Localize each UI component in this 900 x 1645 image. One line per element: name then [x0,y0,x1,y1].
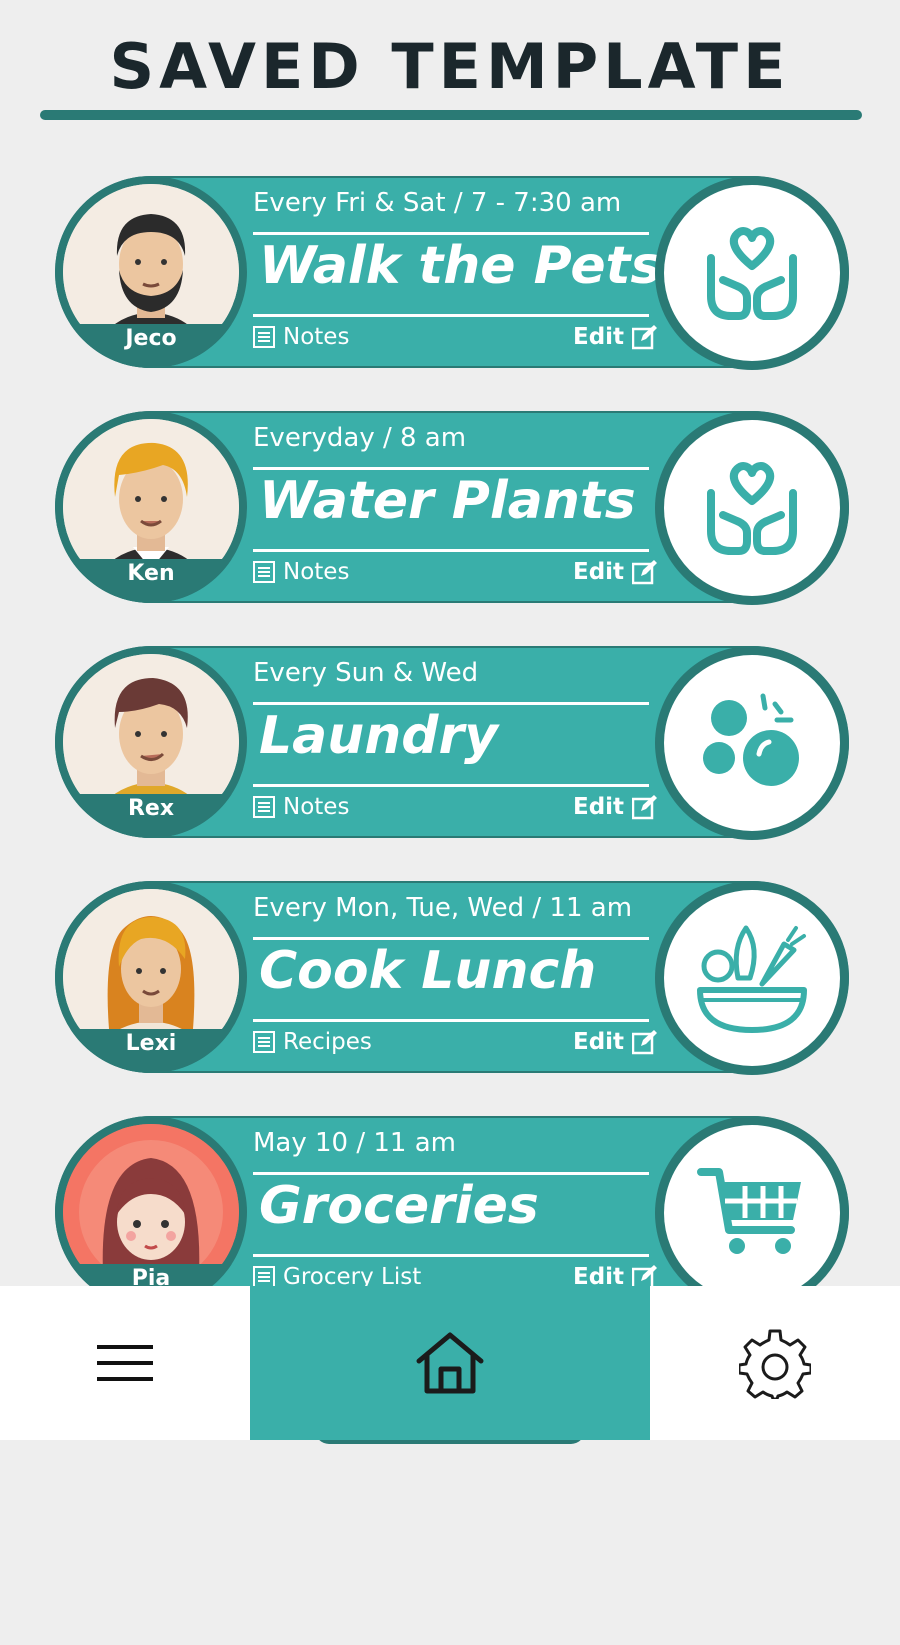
schedule-text: May 10 / 11 am [253,1128,456,1158]
page-title: SAVED TEMPLATE [109,30,791,103]
bubbles-icon [703,693,799,786]
category-icon-badge [655,881,849,1075]
edit-button[interactable]: Edit [573,324,658,350]
divider [253,314,649,317]
task-card[interactable]: Rex Every Sun & Wed Laundry Notes Edit [55,646,849,840]
notes-link[interactable]: Notes [253,559,349,585]
task-card[interactable]: Ken Everyday / 8 am Water Plants Notes E… [55,411,849,605]
person-name: Ken [127,561,175,586]
home-button[interactable] [250,1286,650,1440]
edit-button[interactable]: Edit [573,1029,658,1055]
schedule-text: Every Mon, Tue, Wed / 11 am [253,893,633,923]
edit-button[interactable]: Edit [573,559,658,585]
document-lines-icon [253,1266,275,1288]
category-icon-badge [655,411,849,605]
edit-button[interactable]: Edit [573,794,658,820]
document-lines-icon [253,796,275,818]
caring-hands-heart-icon [707,462,797,555]
notes-link[interactable]: Notes [253,324,349,350]
avatar[interactable]: Pia [55,1116,247,1308]
edit-label: Edit [573,559,625,585]
task-card[interactable]: Pia May 10 / 11 am Groceries Grocery Lis… [55,1116,849,1310]
task-card[interactable]: Jeco Every Fri & Sat / 7 - 7:30 am Walk … [55,176,849,370]
edit-label: Edit [573,1029,625,1055]
task-card[interactable]: Lexi Every Mon, Tue, Wed / 11 am Cook Lu… [55,881,849,1075]
schedule-text: Every Fri & Sat / 7 - 7:30 am [253,188,622,218]
person-name: Rex [127,796,175,821]
avatar[interactable]: Rex [55,646,247,838]
salad-bowl-icon [697,925,807,1033]
divider [253,937,649,940]
shopping-cart-icon [697,1168,801,1254]
divider [253,702,649,705]
document-lines-icon [253,561,275,583]
divider [253,1254,649,1257]
avatar[interactable]: Lexi [55,881,247,1073]
task-title: Laundry [259,706,499,766]
menu-icon [97,1345,153,1381]
caring-hands-heart-icon [707,227,797,320]
bottom-navigation [0,1286,900,1440]
recipes-label: Recipes [283,1029,372,1055]
home-icon [416,1332,484,1394]
edit-label: Edit [573,324,625,350]
document-lines-icon [253,1031,275,1053]
schedule-text: Everyday / 8 am [253,423,467,453]
avatar[interactable]: Jeco [55,176,247,368]
task-title: Water Plants [259,471,636,531]
edit-pencil-icon [632,795,658,820]
document-lines-icon [253,326,275,348]
settings-gear-icon [739,1329,811,1399]
notes-label: Notes [283,794,350,820]
divider [253,784,649,787]
recipes-link[interactable]: Recipes [253,1029,372,1055]
avatar[interactable]: Ken [55,411,247,603]
menu-button[interactable] [60,1286,190,1440]
task-title: Groceries [259,1176,539,1236]
divider [253,232,649,235]
divider [253,1172,649,1175]
task-title: Walk the Pets [259,236,662,296]
title-underline [40,110,862,120]
task-title: Cook Lunch [259,941,597,1001]
edit-pencil-icon [632,325,658,350]
notes-label: Notes [283,559,350,585]
category-icon-badge [655,1116,849,1310]
person-name: Lexi [125,1031,177,1056]
notes-label: Notes [283,324,350,350]
edit-pencil-icon [632,560,658,585]
edit-label: Edit [573,794,625,820]
edit-pencil-icon [632,1030,658,1055]
divider [253,1019,649,1022]
category-icon-badge [655,646,849,840]
divider [253,467,649,470]
schedule-text: Every Sun & Wed [253,658,479,688]
settings-button[interactable] [710,1286,840,1440]
person-name: Jeco [125,326,177,351]
category-icon-badge [655,176,849,370]
notes-link[interactable]: Notes [253,794,349,820]
divider [253,549,649,552]
